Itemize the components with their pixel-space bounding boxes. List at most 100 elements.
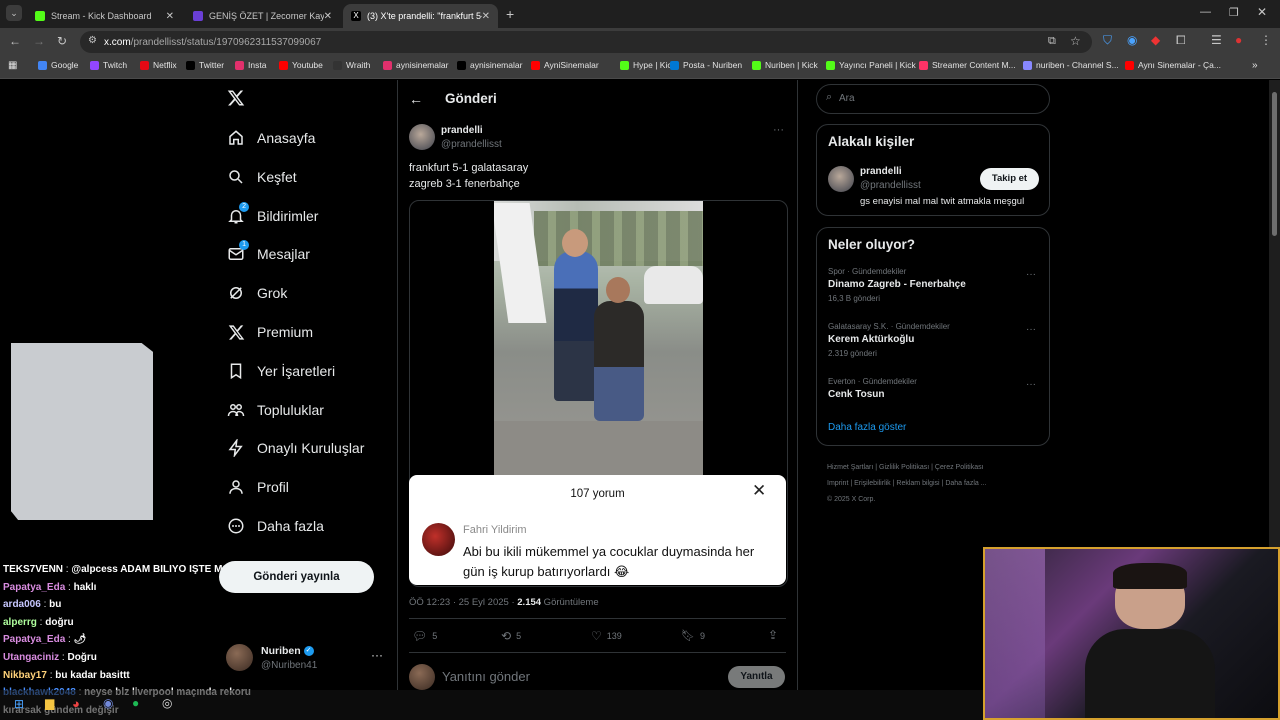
apps-grid-icon[interactable]: ▦: [8, 60, 17, 71]
close-tab-icon[interactable]: ✕: [166, 11, 174, 22]
author-avatar[interactable]: [409, 124, 435, 150]
nav-item-premium[interactable]: Premium: [226, 322, 313, 342]
address-bar[interactable]: ⚙ x.com/prandellisst/status/197096231153…: [80, 31, 1092, 53]
search-box[interactable]: ⌕ Ara: [816, 84, 1050, 114]
discord-icon[interactable]: ◉: [103, 696, 113, 710]
extensions-puzzle-icon[interactable]: ⧠: [1176, 33, 1186, 48]
minimize-icon[interactable]: —: [1200, 6, 1211, 18]
like-action[interactable]: ♡ 139: [591, 629, 622, 643]
bookmark-item[interactable]: Aynı Sinemalar - Ça...: [1125, 60, 1221, 70]
account-more-icon[interactable]: ···: [371, 648, 383, 662]
reply-action[interactable]: 💬︎ 5: [412, 629, 437, 643]
trend-item[interactable]: Everton · Gündemdekiler Cenk Tosun ···: [828, 377, 1042, 425]
trend-more-icon[interactable]: ···: [1026, 269, 1036, 280]
trend-more-icon[interactable]: ···: [1026, 379, 1036, 390]
file-explorer-icon[interactable]: ▆: [45, 696, 54, 710]
nav-item-grok[interactable]: Grok: [226, 283, 287, 303]
browser-menu-icon[interactable]: ⋮: [1260, 33, 1272, 47]
trend-more-icon[interactable]: ···: [1026, 324, 1036, 335]
show-more-link[interactable]: Daha fazla göster: [828, 422, 906, 433]
author-handle[interactable]: @prandellisst: [441, 139, 502, 150]
bookmark-item[interactable]: Nuriben | Kick: [752, 60, 818, 70]
chrome-icon[interactable]: ◕: [72, 696, 80, 711]
new-tab-button[interactable]: +: [506, 6, 514, 22]
reply-button[interactable]: Yanıtla: [728, 666, 785, 688]
nav-item-daha-fazla[interactable]: Daha fazla: [226, 516, 324, 536]
windows-start-icon[interactable]: ⊞: [14, 697, 24, 711]
footer-link[interactable]: Erişilebilirlik: [854, 480, 891, 487]
close-window-icon[interactable]: ✕: [1257, 5, 1267, 19]
scrollbar-thumb[interactable]: [1272, 92, 1277, 236]
reply-input[interactable]: Yanıtını gönder: [442, 669, 530, 684]
trend-item[interactable]: Spor · Gündemdekiler Dinamo Zagreb - Fene…: [828, 267, 1042, 315]
footer-link[interactable]: Imprint: [827, 480, 848, 487]
more-bookmarks-icon[interactable]: »: [1252, 60, 1258, 71]
follow-button[interactable]: Takip et: [980, 168, 1039, 190]
post-button[interactable]: Gönderi yayınla: [219, 561, 374, 593]
close-comments-icon[interactable]: ✕: [752, 481, 766, 501]
trend-item[interactable]: Galatasaray S.K. · Gündemdekiler Kerem Ak…: [828, 322, 1042, 370]
cast-icon[interactable]: ⧉: [1048, 35, 1056, 48]
footer-link[interactable]: Çerez Politikası: [935, 464, 984, 471]
bookmark-item[interactable]: Streamer Content M...: [919, 60, 1016, 70]
chat-message: arda006 : bu: [3, 599, 62, 611]
nav-item-topluluklar[interactable]: Topluluklar: [226, 400, 324, 420]
footer-link[interactable]: Reklam bilgisi: [896, 480, 939, 487]
x-logo-icon[interactable]: [227, 89, 247, 109]
related-name[interactable]: prandelli: [860, 166, 902, 177]
footer-link[interactable]: Hizmet Şartları: [827, 464, 873, 471]
bookmark-item[interactable]: Hype | Kick: [620, 60, 676, 70]
extension-red-icon[interactable]: ◆: [1151, 33, 1160, 47]
bookmark-action[interactable]: 🔖︎ 9: [681, 629, 705, 642]
close-tab-icon[interactable]: ✕: [324, 11, 332, 22]
extension-blue-icon[interactable]: ◉: [1127, 33, 1137, 47]
back-arrow-icon[interactable]: ←: [409, 91, 423, 107]
footer-link[interactable]: Gizlilik Politikası: [879, 464, 929, 471]
tab-list-icon[interactable]: ☰: [1211, 33, 1222, 47]
bookmark-item[interactable]: Twitch: [90, 60, 127, 70]
bookmark-item[interactable]: Youtube: [279, 60, 323, 70]
nav-item-onaylı-kuruluşlar[interactable]: Onaylı Kuruluşlar: [226, 438, 364, 458]
bookmark-item[interactable]: Google: [38, 60, 78, 70]
bookmark-item[interactable]: AyniSinemalar: [531, 60, 599, 70]
nav-item-mesajlar[interactable]: 1 Mesajlar: [226, 240, 310, 264]
back-icon[interactable]: ←: [9, 34, 21, 48]
forward-icon[interactable]: →: [33, 34, 45, 48]
bookmark-item[interactable]: Insta: [235, 60, 266, 70]
author-name[interactable]: prandelli: [441, 125, 483, 136]
bookmark-item[interactable]: aynisinemalar: [457, 60, 522, 70]
bookmark-item[interactable]: Twitter: [186, 60, 224, 70]
extension-shield-icon[interactable]: ⛉: [1103, 33, 1112, 48]
account-switcher[interactable]: Nuriben ✓ @Nuriben41 ···: [226, 642, 386, 674]
obs-icon[interactable]: ◎: [162, 696, 172, 710]
share-icon[interactable]: ⇪: [768, 628, 778, 642]
reload-icon[interactable]: ↻: [57, 34, 67, 48]
close-tab-icon[interactable]: ✕: [482, 11, 490, 22]
nav-item-yer-i-şaretleri[interactable]: Yer İşaretleri: [226, 361, 335, 381]
bell-icon: 2: [226, 201, 249, 226]
site-info-icon[interactable]: ⚙: [88, 35, 97, 46]
bookmark-item[interactable]: Yayıncı Paneli | Kick: [826, 60, 916, 70]
bookmark-item[interactable]: Posta - Nuriben: [670, 60, 742, 70]
bookmark-item[interactable]: nuriben - Channel S...: [1023, 60, 1119, 70]
spotify-icon[interactable]: ●: [132, 696, 139, 710]
bookmark-item[interactable]: aynisinemalar: [383, 60, 448, 70]
nav-item-anasayfa[interactable]: Anasayfa: [226, 128, 315, 148]
repost-action[interactable]: ⟲ 5: [501, 629, 521, 643]
bookmark-item[interactable]: Netflix: [140, 60, 177, 70]
bookmark-item[interactable]: Wraith: [333, 60, 370, 70]
profile-avatar-icon[interactable]: ●: [1235, 33, 1242, 47]
related-avatar[interactable]: [828, 166, 854, 192]
nav-item-profil[interactable]: Profil: [226, 477, 289, 497]
chat-message: Utangaciniz : Doğru: [3, 652, 97, 663]
nav-item-bildirimler[interactable]: 2 Bildirimler: [226, 201, 318, 226]
bookmark-star-icon[interactable]: ☆: [1070, 34, 1081, 48]
tab-genis-ozet[interactable]: GENİŞ ÖZET | Zecorner Kayseris ✕: [185, 4, 340, 28]
tab-kick-dashboard[interactable]: Stream - Kick Dashboard ✕: [27, 4, 182, 28]
restore-icon[interactable]: ❐: [1229, 6, 1239, 19]
footer-link[interactable]: Daha fazla ...: [945, 480, 986, 487]
post-more-icon[interactable]: ···: [773, 124, 784, 136]
nav-item-keşfet[interactable]: Keşfet: [226, 167, 297, 187]
tab-search-button[interactable]: ⌄: [6, 5, 22, 21]
tab-x-post[interactable]: X (3) X'te prandelli: "frankfurt 5-1 ✕: [343, 4, 498, 28]
